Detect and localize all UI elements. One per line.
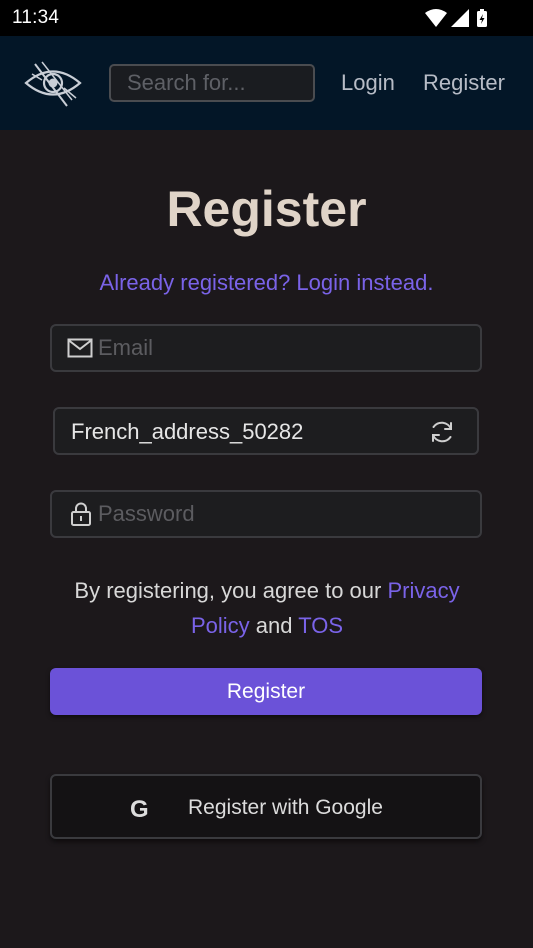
username-value: French_address_50282 xyxy=(71,419,304,444)
status-time: 11:34 xyxy=(12,7,60,28)
password-field[interactable] xyxy=(50,490,482,538)
top-navbar: Login Register xyxy=(0,36,533,130)
google-icon: G xyxy=(130,796,149,823)
register-button[interactable]: Register xyxy=(50,668,482,715)
password-input[interactable] xyxy=(98,492,468,536)
terms-text: By registering, you agree to our Privacy… xyxy=(52,573,482,643)
eye-logo-icon[interactable] xyxy=(22,54,84,112)
nav-login-link[interactable]: Login xyxy=(341,70,395,96)
lock-icon xyxy=(69,501,93,532)
status-icons xyxy=(425,8,493,28)
nav-register-link[interactable]: Register xyxy=(423,70,505,96)
google-button-label: Register with Google xyxy=(188,796,383,819)
page-title: Register xyxy=(166,181,367,237)
envelope-icon xyxy=(67,336,93,365)
battery-icon xyxy=(477,9,487,27)
wifi-icon xyxy=(425,9,447,27)
terms-and: and xyxy=(249,613,299,638)
terms-prefix: By registering, you agree to our xyxy=(74,578,388,603)
register-with-google-button[interactable]: G Register with Google xyxy=(50,774,482,839)
status-bar: 11:34 xyxy=(0,0,533,36)
username-field[interactable]: French_address_50282 xyxy=(53,407,479,455)
refresh-icon[interactable] xyxy=(429,419,455,450)
tos-link[interactable]: TOS xyxy=(298,613,343,638)
login-instead-link[interactable]: Already registered? Login instead. xyxy=(0,270,533,296)
signal-icon xyxy=(451,9,469,27)
email-field[interactable] xyxy=(50,324,482,372)
search-input[interactable] xyxy=(109,64,315,102)
email-input[interactable] xyxy=(98,326,468,370)
